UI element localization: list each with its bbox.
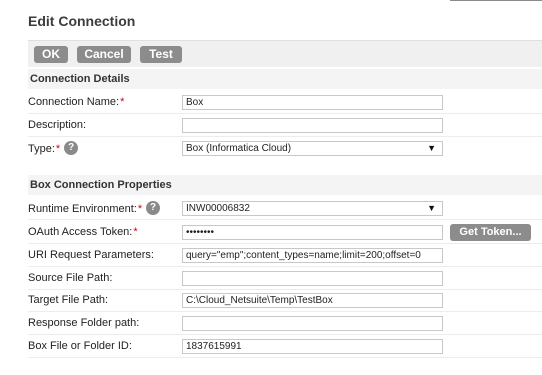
runtime-row: Runtime Environment:*? INW00006832 ▼ xyxy=(28,197,542,220)
description-input[interactable] xyxy=(182,118,443,133)
uri-parameters-input[interactable]: query="emp";content_types=name;limit=200… xyxy=(182,248,443,263)
section-connection-details: Connection Details xyxy=(28,69,542,89)
type-label: Type:*? xyxy=(28,141,79,156)
response-row: Response Folder path: xyxy=(28,312,542,335)
runtime-select[interactable]: INW00006832 ▼ xyxy=(182,201,443,216)
required-marker: * xyxy=(120,96,125,108)
type-select-value: Box (Informatica Cloud) xyxy=(186,143,292,154)
description-label: Description: xyxy=(28,119,87,131)
get-token-button[interactable]: Get Token... xyxy=(450,224,531,241)
connection-name-row: Connection Name:* Box xyxy=(28,91,542,114)
page-title: Edit Connection xyxy=(28,13,136,29)
response-label: Response Folder path: xyxy=(28,317,140,329)
runtime-select-value: INW00006832 xyxy=(186,203,250,214)
oauth-label: OAuth Access Token:* xyxy=(28,226,138,238)
toolbar: OK Cancel Test xyxy=(28,40,542,67)
required-marker: * xyxy=(137,202,143,215)
connection-name-input[interactable]: Box xyxy=(182,95,443,110)
chevron-down-icon: ▼ xyxy=(427,203,436,213)
top-divider xyxy=(450,0,542,1)
runtime-label: Runtime Environment:*? xyxy=(28,201,161,216)
required-marker: * xyxy=(133,226,138,238)
type-row: Type:*? Box (Informatica Cloud) ▼ xyxy=(28,137,542,160)
box-id-label: Box File or Folder ID: xyxy=(28,340,132,352)
target-path-input[interactable]: C:\Cloud_Netsuite\Temp\TestBox xyxy=(182,293,443,308)
chevron-down-icon: ▼ xyxy=(427,143,436,153)
source-path-input[interactable] xyxy=(182,271,443,286)
uri-label: URI Request Parameters: xyxy=(28,249,154,261)
type-select[interactable]: Box (Informatica Cloud) ▼ xyxy=(182,141,443,156)
uri-row: URI Request Parameters: query="emp";cont… xyxy=(28,244,542,267)
section-box-properties: Box Connection Properties xyxy=(28,175,542,195)
help-circle-icon[interactable]: ? xyxy=(146,201,161,215)
oauth-row: OAuth Access Token:* •••••••• Get Token.… xyxy=(28,221,542,244)
source-label: Source File Path: xyxy=(28,272,113,284)
connection-name-label: Connection Name:* xyxy=(28,96,125,108)
help-circle-icon[interactable]: ? xyxy=(64,141,79,155)
response-folder-input[interactable] xyxy=(182,316,443,331)
target-label: Target File Path: xyxy=(28,294,109,306)
test-button[interactable]: Test xyxy=(140,46,182,63)
description-row: Description: xyxy=(28,114,542,137)
cancel-button[interactable]: Cancel xyxy=(77,46,131,63)
box-id-row: Box File or Folder ID: 1837615991 xyxy=(28,335,542,358)
required-marker: * xyxy=(55,142,61,155)
source-row: Source File Path: xyxy=(28,267,542,290)
oauth-token-input[interactable]: •••••••• xyxy=(182,225,443,240)
ok-button[interactable]: OK xyxy=(34,46,68,63)
box-id-input[interactable]: 1837615991 xyxy=(182,339,443,354)
target-row: Target File Path: C:\Cloud_Netsuite\Temp… xyxy=(28,289,542,312)
